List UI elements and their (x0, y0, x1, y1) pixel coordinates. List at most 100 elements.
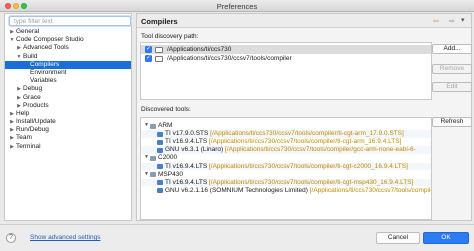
tree-item-label: Products (23, 101, 49, 109)
tree-item-debug[interactable]: ▶ Debug (5, 85, 131, 93)
tree-item-label: Build (23, 52, 38, 60)
chevron-right-icon[interactable]: ▶ (9, 134, 15, 142)
tool-row[interactable]: GNU v6.2.1.16 (SOMNIUM Technologies Limi… (141, 187, 431, 195)
back-arrow-icon[interactable]: ⇦ (433, 17, 439, 25)
tool-family-row[interactable]: ▼ ARM (141, 122, 431, 130)
tool-name: GNU v6.2.1.16 (SOMNIUM Technologies Limi… (165, 186, 432, 195)
compiler-icon (157, 164, 163, 169)
chevron-down-icon[interactable]: ▼ (16, 53, 22, 61)
filter-box[interactable] (9, 16, 131, 26)
tree-item-terminal[interactable]: ▶ Terminal (5, 143, 131, 151)
discovery-path-row[interactable]: ✓ /Applications/ti/ccs730/ccsv7/tools/co… (141, 54, 431, 63)
tool-path: [/Applications/ti/ccs730/ccsv7/tools/com… (208, 138, 402, 146)
chevron-right-icon[interactable]: ▶ (16, 102, 22, 110)
tool-name-text: C2000 (158, 154, 178, 162)
chevron-right-icon[interactable]: ▶ (9, 28, 15, 36)
tree-item-label: General (16, 28, 40, 35)
chevron-right-icon[interactable]: ▶ (9, 110, 15, 118)
discovery-path-list[interactable]: ✓ /Applications/ti/ccs730 ✓ /Application… (140, 42, 432, 100)
device-family-icon (150, 172, 156, 178)
tool-family-row[interactable]: ▼ C2000 (141, 154, 431, 162)
tool-path: [/Applications/ti/ccs730/ccsv7/tools/com… (309, 186, 432, 194)
tool-name-text: GNU v6.3.1 (Linaro) (165, 146, 224, 154)
tool-name: MSP430 (158, 171, 183, 179)
tree-item-install-update[interactable]: ▶ Install/Update (5, 118, 131, 126)
tool-path: [/Applications/ti/ccs730/ccsv7/tools/com… (208, 162, 408, 170)
tree-item-environment[interactable]: Environment (5, 69, 131, 77)
chevron-right-icon[interactable]: ▶ (9, 126, 15, 134)
preferences-tree: ▶ General ▼ Code Composer Studio ▶ Advanced T… (5, 28, 131, 151)
chevron-down-icon[interactable]: ▼ (9, 36, 15, 44)
tool-family-row[interactable]: ▼ MSP430 (141, 171, 431, 179)
tree-item-label: Install/Update (16, 118, 56, 126)
tool-row[interactable]: TI v16.9.4.LTS [/Applications/ti/ccs730/… (141, 178, 431, 187)
compiler-icon (157, 180, 163, 186)
page-header: Compilers ⇦ ⇨ ▾ (137, 14, 471, 28)
compiler-icon (157, 139, 163, 145)
chevron-down-icon[interactable]: ▼ (144, 154, 149, 162)
tool-name: ARM (158, 122, 172, 130)
show-advanced-settings-link[interactable]: Show advanced settings (30, 234, 100, 241)
window-title: Preferences (216, 2, 258, 11)
tool-name-text: ARM (158, 122, 173, 129)
tree-item-code-composer-studio[interactable]: ▼ Code Composer Studio (5, 36, 131, 44)
checkbox-checked[interactable]: ✓ (145, 55, 152, 62)
tree-item-help[interactable]: ▶ Help (5, 110, 131, 118)
tree-item-team[interactable]: ▶ Team (5, 134, 131, 142)
discovery-path-label: Tool discovery path: (141, 33, 199, 40)
tree-item-label: Run/Debug (16, 126, 49, 134)
chevron-right-icon[interactable]: ▶ (9, 143, 15, 151)
cancel-button[interactable]: Cancel (376, 232, 420, 244)
tool-name: C2000 (158, 154, 177, 162)
remove-path-button[interactable]: Remove (432, 64, 472, 74)
filter-input[interactable] (14, 18, 126, 25)
tool-path: [/Applications/ti/ccs730/ccsv7/tools/com… (210, 130, 404, 138)
tree-item-grace[interactable]: ▶ Grace (5, 94, 131, 102)
chevron-right-icon[interactable]: ▶ (16, 94, 22, 102)
chevron-right-icon[interactable]: ▶ (9, 118, 15, 126)
tree-item-label: Code Composer Studio (16, 36, 84, 44)
refresh-button[interactable]: Refresh (432, 117, 472, 127)
discovery-path-text: /Applications/ti/ccs730/ccsv7/tools/comp… (167, 55, 292, 62)
tree-item-build[interactable]: ▼ Build (5, 53, 131, 61)
discovery-path-row[interactable]: ✓ /Applications/ti/ccs730 (141, 45, 431, 54)
chevron-right-icon[interactable]: ▶ (16, 85, 22, 93)
tree-item-label: Advanced Tools (23, 44, 69, 52)
tree-item-compilers[interactable]: Compilers (5, 60, 131, 69)
tool-name-text: TI v16.9.4.LTS (165, 162, 208, 170)
chevron-down-icon[interactable]: ▼ (144, 122, 149, 130)
compilers-page: Compilers ⇦ ⇨ ▾ Tool discovery path: ✓ /… (136, 13, 472, 221)
tool-row[interactable]: GNU v6.3.1 (Linaro) [/Applications/ti/cc… (141, 146, 431, 154)
help-icon[interactable]: ? (6, 233, 16, 243)
chevron-down-icon[interactable]: ▼ (144, 171, 149, 179)
discovered-tools-list[interactable]: ▼ ARM TI v17.9.0.STS [/Applications/ti/ccs… (140, 117, 432, 220)
edit-path-button[interactable]: Edit (432, 82, 472, 92)
tool-row[interactable]: TI v17.9.0.STS [/Applications/ti/ccs730/… (141, 130, 431, 138)
tree-item-advanced-tools[interactable]: ▶ Advanced Tools (5, 44, 131, 52)
view-menu-icon[interactable]: ▾ (461, 16, 465, 24)
tree-item-products[interactable]: ▶ Products (5, 102, 131, 110)
ok-button[interactable]: OK (423, 232, 469, 244)
tool-path: [/Applications/ti/ccs730/ccsv7/tools/com… (224, 146, 416, 154)
tree-item-general[interactable]: ▶ General (5, 28, 131, 36)
tree-item-variables[interactable]: Variables (5, 77, 131, 85)
preferences-tree-panel: ▶General▼Code Composer Studio▶Advanced T… (4, 13, 132, 221)
tree-item-run-debug[interactable]: ▶ Run/Debug (5, 126, 131, 134)
tool-row[interactable]: TI v16.9.4.LTS [/Applications/ti/ccs730/… (141, 138, 431, 146)
forward-arrow-icon[interactable]: ⇨ (449, 17, 455, 25)
compiler-icon (157, 131, 163, 137)
tree-item-label: Help (16, 109, 30, 117)
tool-name-text: MSP430 (158, 170, 183, 178)
folder-icon (155, 55, 163, 62)
dialog-footer: ? Show advanced settings Cancel OK (0, 224, 474, 251)
tool-name: TI v17.9.0.STS [/Applications/ti/ccs730/… (165, 130, 404, 138)
tree-item-label: Variables (30, 77, 57, 85)
tree-item-label: Compilers (30, 60, 60, 68)
checkbox-checked[interactable]: ✓ (145, 46, 152, 53)
tool-row[interactable]: TI v16.9.4.LTS [/Applications/ti/ccs730/… (141, 162, 431, 171)
chevron-right-icon[interactable]: ▶ (16, 44, 22, 52)
add-path-button[interactable]: Add... (432, 44, 472, 54)
page-title: Compilers (141, 17, 178, 26)
folder-icon (155, 46, 163, 53)
discovery-path-text: /Applications/ti/ccs730 (167, 46, 232, 53)
